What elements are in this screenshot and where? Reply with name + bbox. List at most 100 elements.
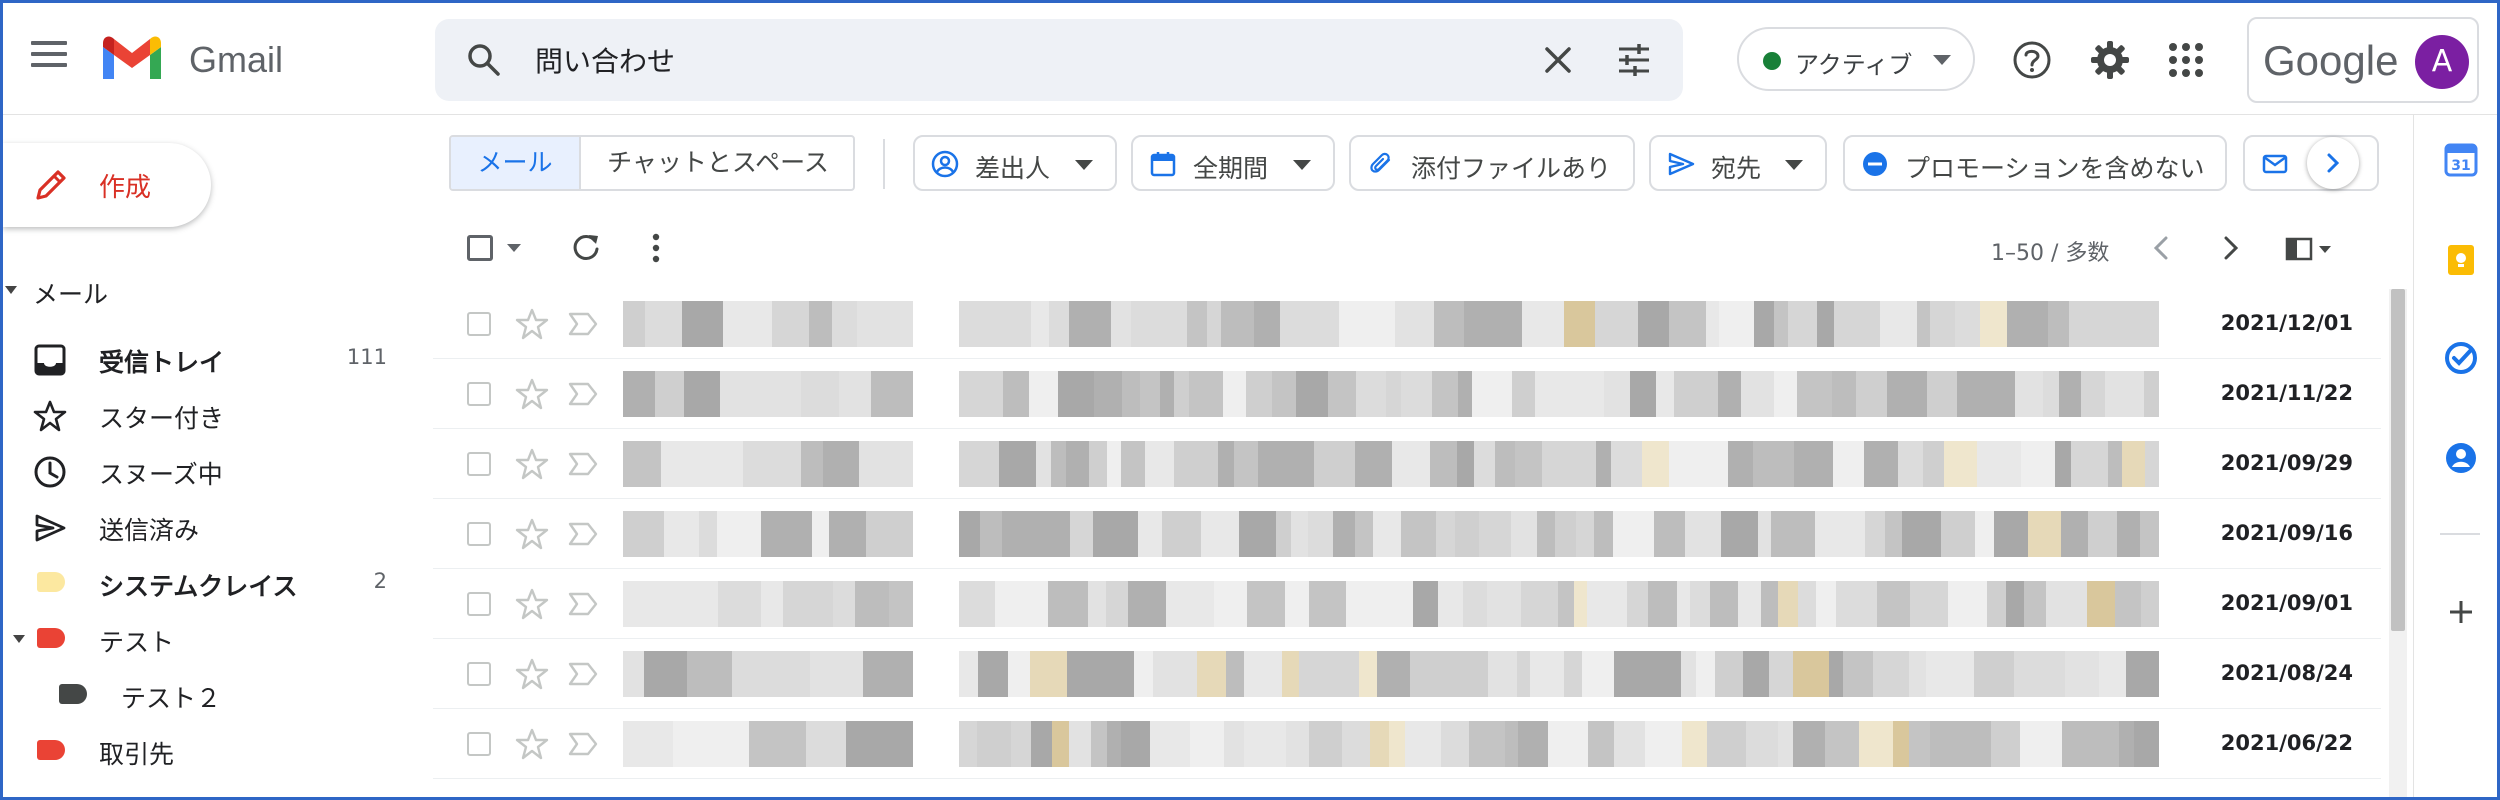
contacts-icon[interactable] <box>2444 441 2478 475</box>
email-sender-redacted <box>623 441 914 487</box>
sidebar-item-snoozed[interactable]: スヌーズ中 <box>3 445 403 497</box>
pagination-info: 1–50 / 多数 <box>1991 241 2110 266</box>
star-icon[interactable] <box>515 727 549 761</box>
sidebar-item-test2[interactable]: テスト２ <box>3 669 403 721</box>
importance-marker-icon[interactable] <box>567 449 599 479</box>
keep-notes-icon[interactable] <box>2444 243 2478 277</box>
sidebar-item-label: テスト <box>99 628 175 657</box>
importance-marker-icon[interactable] <box>567 589 599 619</box>
inbox-icon <box>34 344 66 376</box>
filter-chip-date[interactable]: 全期間 <box>1131 135 1335 191</box>
unread-count: 2 <box>373 569 387 593</box>
sidebar-item-system-clays[interactable]: システムクレイス 2 <box>3 557 403 609</box>
filter-chip-exclude-promotions[interactable]: プロモーションを含めない <box>1843 135 2227 191</box>
row-checkbox[interactable] <box>467 662 491 686</box>
filter-chip-to[interactable]: 宛先 <box>1649 135 1827 191</box>
calendar-icon[interactable]: 31 <box>2444 143 2478 177</box>
chip-label: 添付ファイルあり <box>1411 154 1612 183</box>
row-checkbox[interactable] <box>467 732 491 756</box>
star-icon[interactable] <box>515 657 549 691</box>
chevron-down-icon <box>1933 55 1951 65</box>
add-icon[interactable] <box>2444 595 2478 629</box>
pencil-icon <box>36 170 66 200</box>
email-list: 2021/12/01 2021/11/22 2021/09/29 2021/09/16… <box>433 289 2381 797</box>
sidebar-item-clients[interactable]: 取引先 <box>3 725 403 777</box>
main-menu-icon[interactable] <box>31 41 67 71</box>
avatar[interactable]: A <box>2415 35 2469 89</box>
row-checkbox[interactable] <box>467 522 491 546</box>
sidebar-item-inbox[interactable]: 受信トレイ 111 <box>3 333 403 385</box>
apps-grid-icon[interactable] <box>2167 41 2205 79</box>
gmail-logo-icon[interactable] <box>99 33 165 83</box>
refresh-icon[interactable] <box>569 231 603 265</box>
help-icon[interactable] <box>2011 39 2053 81</box>
importance-marker-icon[interactable] <box>567 519 599 549</box>
mail-icon <box>2262 154 2288 174</box>
filter-chip-has-attachment[interactable]: 添付ファイルあり <box>1349 135 1635 191</box>
search-options-icon[interactable] <box>1615 41 1653 79</box>
chip-label: 宛先 <box>1711 154 1762 183</box>
tab-chat-spaces[interactable]: チャットとスペース <box>579 137 853 189</box>
sidebar-item-test[interactable]: テスト <box>3 613 403 665</box>
search-input[interactable] <box>535 35 1435 85</box>
sidebar-item-sent[interactable]: 送信済み <box>3 501 403 553</box>
more-vert-icon[interactable] <box>639 231 673 265</box>
email-row[interactable]: 2021/08/24 <box>433 639 2381 709</box>
split-pane-toggle-icon[interactable] <box>2285 233 2333 265</box>
caret-down-icon[interactable] <box>13 635 25 643</box>
clock-icon <box>34 456 66 488</box>
row-checkbox[interactable] <box>467 382 491 406</box>
caret-down-icon <box>5 286 17 294</box>
chip-label: プロモーションを含めない <box>1905 154 2205 183</box>
unread-count: 111 <box>346 345 387 369</box>
scroll-chips-right-button[interactable] <box>2307 137 2359 189</box>
filter-chip-from[interactable]: 差出人 <box>913 135 1117 191</box>
email-subject-redacted <box>959 301 2159 347</box>
google-logo: Google <box>2263 37 2399 84</box>
sidebar-item-label: 受信トレイ <box>99 348 225 377</box>
calendar-icon <box>1150 152 1176 177</box>
importance-marker-icon[interactable] <box>567 379 599 409</box>
search-icon[interactable] <box>465 41 503 79</box>
row-checkbox[interactable] <box>467 312 491 336</box>
tab-mail[interactable]: メール <box>451 137 579 189</box>
email-row[interactable]: 2021/09/16 <box>433 499 2381 569</box>
sidebar-item-starred[interactable]: スター付き <box>3 389 403 441</box>
chevron-right-icon[interactable] <box>2213 231 2247 265</box>
status-dropdown[interactable]: アクティブ <box>1737 27 1975 91</box>
compose-label: 作成 <box>99 173 152 203</box>
gear-icon[interactable] <box>2089 39 2131 81</box>
chip-label: 全期間 <box>1193 154 1269 183</box>
star-icon[interactable] <box>515 447 549 481</box>
email-row[interactable]: 2021/09/29 <box>433 429 2381 499</box>
sidebar-item-label: スヌーズ中 <box>99 460 223 489</box>
email-row[interactable]: 2021/09/01 <box>433 569 2381 639</box>
importance-marker-icon[interactable] <box>567 729 599 759</box>
email-date: 2021/09/01 <box>2220 591 2353 615</box>
scrollbar-thumb[interactable] <box>2391 289 2405 631</box>
search-bar[interactable] <box>435 19 1683 101</box>
row-checkbox[interactable] <box>467 452 491 476</box>
email-row[interactable]: 2021/06/22 <box>433 709 2381 779</box>
label-icon <box>37 628 65 648</box>
chevron-down-icon <box>1075 160 1093 170</box>
star-icon[interactable] <box>515 377 549 411</box>
status-label: アクティブ <box>1795 51 1913 79</box>
tasks-icon[interactable] <box>2444 341 2478 375</box>
star-icon[interactable] <box>515 307 549 341</box>
send-icon <box>1668 152 1695 176</box>
compose-button[interactable]: 作成 <box>3 143 211 227</box>
row-checkbox[interactable] <box>467 592 491 616</box>
email-row[interactable]: 2021/12/01 <box>433 289 2381 359</box>
divider <box>883 139 885 189</box>
email-row[interactable]: 2021/11/22 <box>433 359 2381 429</box>
close-icon[interactable] <box>1541 43 1575 77</box>
select-options-chevron-icon[interactable] <box>507 244 521 252</box>
account-switcher[interactable]: Google A <box>2247 17 2479 103</box>
importance-marker-icon[interactable] <box>567 659 599 689</box>
star-icon[interactable] <box>515 587 549 621</box>
select-all-checkbox[interactable] <box>467 235 493 261</box>
star-icon[interactable] <box>515 517 549 551</box>
importance-marker-icon[interactable] <box>567 309 599 339</box>
chevron-left-icon[interactable] <box>2145 231 2179 265</box>
